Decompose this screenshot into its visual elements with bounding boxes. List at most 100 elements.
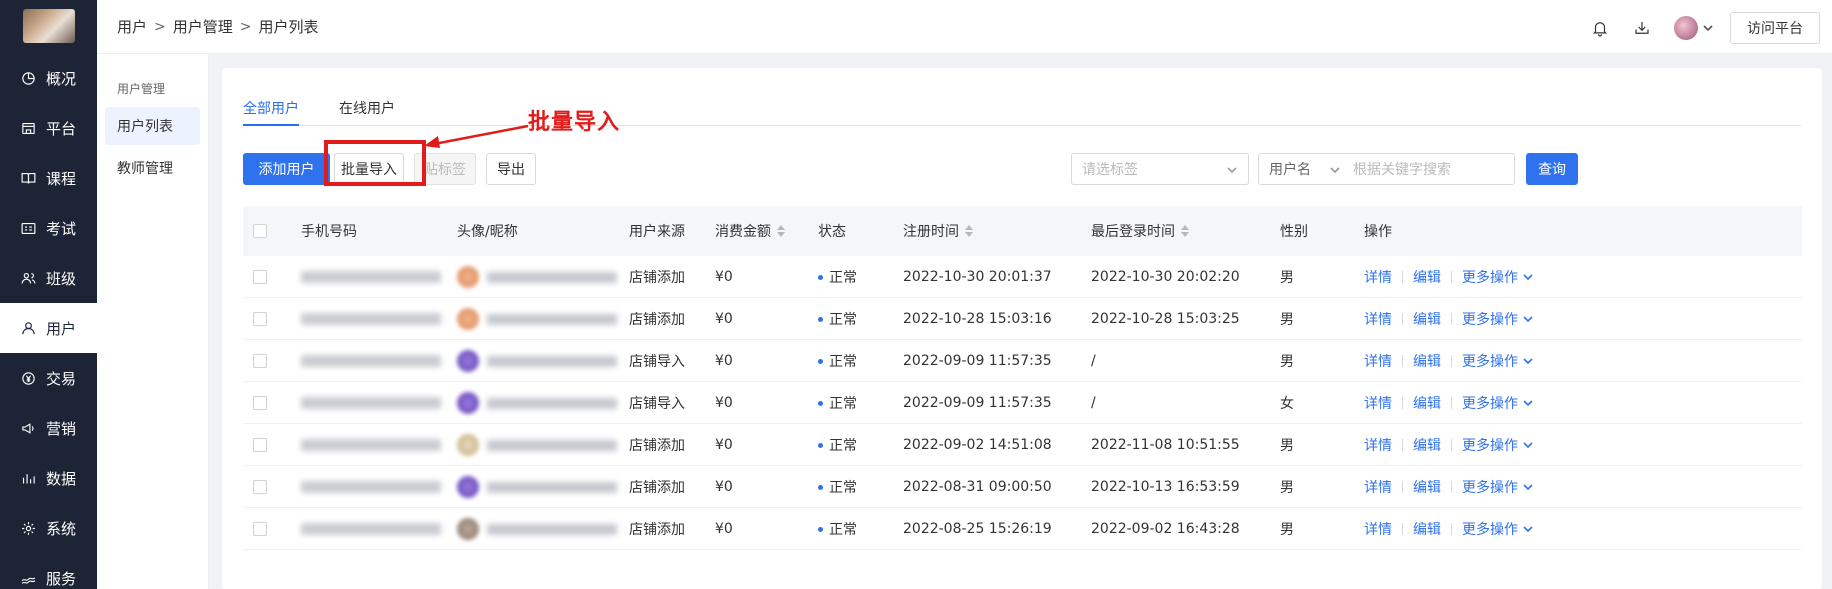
detail-link[interactable]: 详情 (1364, 477, 1392, 497)
edit-link[interactable]: 编辑 (1413, 519, 1441, 539)
detail-link[interactable]: 详情 (1364, 267, 1392, 287)
table-header: 手机号码 头像/昵称 用户来源 消费金额 状态 注册时间 最后登录时间 性别 操… (243, 206, 1802, 256)
detail-link[interactable]: 详情 (1364, 435, 1392, 455)
status-cell: 正常 (818, 340, 857, 382)
nav-item-8[interactable]: 数据 (0, 453, 97, 503)
status-cell: 正常 (818, 424, 857, 466)
breadcrumb-item[interactable]: 用户 (117, 16, 147, 37)
divider (1451, 271, 1452, 283)
phone-cell (301, 424, 441, 466)
nav-item-1[interactable]: 平台 (0, 103, 97, 153)
bell-icon[interactable] (1590, 18, 1610, 38)
more-actions-link[interactable]: 更多操作 (1462, 393, 1518, 413)
detail-link[interactable]: 详情 (1364, 351, 1392, 371)
status-text: 正常 (829, 480, 857, 496)
tab-online-users[interactable]: 在线用户 (339, 88, 395, 125)
chevron-down-icon[interactable] (1522, 313, 1534, 325)
chevron-down-icon[interactable] (1522, 481, 1534, 493)
tab-bar: 全部用户 在线用户 (243, 88, 1801, 126)
search-field-select[interactable]: 用户名 (1259, 154, 1347, 184)
gender-cell: 男 (1280, 270, 1294, 286)
col-status: 状态 (818, 224, 846, 240)
divider (1402, 313, 1403, 325)
edit-link[interactable]: 编辑 (1413, 477, 1441, 497)
row-checkbox[interactable] (253, 466, 267, 508)
tag-button[interactable]: 贴标签 (414, 153, 476, 185)
divider (1451, 355, 1452, 367)
more-actions-link[interactable]: 更多操作 (1462, 309, 1518, 329)
breadcrumb-item[interactable]: 用户管理 (173, 16, 233, 37)
nav-item-label: 平台 (46, 119, 77, 138)
nav-item-7[interactable]: 营销 (0, 403, 97, 453)
reg-time-cell: 2022-09-09 11:57:35 (903, 353, 1052, 369)
submenu-item-teacher-manage[interactable]: 教师管理 (105, 149, 200, 187)
main-nav: 概况平台课程 考试 班级 用户 交易 营销 数据 系统 服务 (0, 0, 97, 589)
nav-item-3[interactable]: 考试 (0, 203, 97, 253)
row-checkbox[interactable] (253, 424, 267, 466)
col-reg-time[interactable]: 注册时间 (903, 206, 973, 256)
tag-select[interactable]: 请选标签 (1071, 153, 1249, 185)
edit-link[interactable]: 编辑 (1413, 309, 1441, 329)
detail-link[interactable]: 详情 (1364, 393, 1392, 413)
more-actions-link[interactable]: 更多操作 (1462, 267, 1518, 287)
col-last-login[interactable]: 最后登录时间 (1091, 206, 1189, 256)
export-button[interactable]: 导出 (486, 153, 536, 185)
chevron-down-icon[interactable] (1522, 523, 1534, 535)
breadcrumb-item-current: 用户列表 (258, 18, 319, 36)
nav-item-2[interactable]: 课程 (0, 153, 97, 203)
more-actions-link[interactable]: 更多操作 (1462, 435, 1518, 455)
batch-import-button[interactable]: 批量导入 (334, 153, 404, 185)
megaphone-icon (19, 419, 37, 437)
more-actions-link[interactable]: 更多操作 (1462, 477, 1518, 497)
row-checkbox[interactable] (253, 256, 267, 298)
reg-time-cell: 2022-08-25 15:26:19 (903, 521, 1052, 537)
tab-all-users[interactable]: 全部用户 (243, 88, 299, 126)
detail-link[interactable]: 详情 (1364, 519, 1392, 539)
detail-link[interactable]: 详情 (1364, 309, 1392, 329)
chevron-down-icon[interactable] (1702, 22, 1714, 34)
nav-item-4[interactable]: 班级 (0, 253, 97, 303)
add-user-button[interactable]: 添加用户 (243, 153, 330, 185)
logo[interactable] (22, 9, 75, 43)
row-checkbox[interactable] (253, 298, 267, 340)
more-actions-link[interactable]: 更多操作 (1462, 519, 1518, 539)
avatar[interactable] (1674, 16, 1698, 40)
phone-cell (301, 508, 441, 550)
submenu-item-user-list[interactable]: 用户列表 (105, 107, 200, 145)
col-spend[interactable]: 消费金额 (715, 206, 785, 256)
more-actions-link[interactable]: 更多操作 (1462, 351, 1518, 371)
visit-platform-button[interactable]: 访问平台 (1730, 12, 1820, 44)
nav-item-10[interactable]: 服务 (0, 553, 97, 589)
select-all-checkbox[interactable] (253, 206, 267, 256)
nav-item-5[interactable]: 用户 (0, 303, 97, 353)
edit-link[interactable]: 编辑 (1413, 393, 1441, 413)
chevron-down-icon[interactable] (1522, 355, 1534, 367)
sort-icon[interactable] (777, 225, 785, 237)
last-login-cell: / (1091, 395, 1096, 411)
edit-link[interactable]: 编辑 (1413, 351, 1441, 371)
chevron-right-icon: > (154, 18, 166, 35)
search-input[interactable]: 根据关键字搜索 (1347, 159, 1451, 179)
download-icon[interactable] (1632, 18, 1652, 38)
row-checkbox[interactable] (253, 508, 267, 550)
avatar-cell (457, 298, 617, 340)
sort-icon[interactable] (965, 225, 973, 237)
ops-cell: 详情 编辑 更多操作 (1364, 466, 1534, 508)
nav-item-9[interactable]: 系统 (0, 503, 97, 553)
chevron-down-icon[interactable] (1522, 397, 1534, 409)
row-checkbox[interactable] (253, 382, 267, 424)
divider (1402, 271, 1403, 283)
reg-time-cell: 2022-09-02 14:51:08 (903, 437, 1052, 453)
divider (1402, 439, 1403, 451)
sort-icon[interactable] (1181, 225, 1189, 237)
chevron-down-icon[interactable] (1522, 439, 1534, 451)
chevron-down-icon[interactable] (1522, 271, 1534, 283)
nav-item-0[interactable]: 概况 (0, 53, 97, 103)
nav-item-6[interactable]: 交易 (0, 353, 97, 403)
avatar-cell (457, 256, 617, 298)
row-checkbox[interactable] (253, 340, 267, 382)
edit-link[interactable]: 编辑 (1413, 435, 1441, 455)
query-button[interactable]: 查询 (1526, 153, 1578, 185)
nav-item-label: 概况 (46, 69, 77, 88)
edit-link[interactable]: 编辑 (1413, 267, 1441, 287)
